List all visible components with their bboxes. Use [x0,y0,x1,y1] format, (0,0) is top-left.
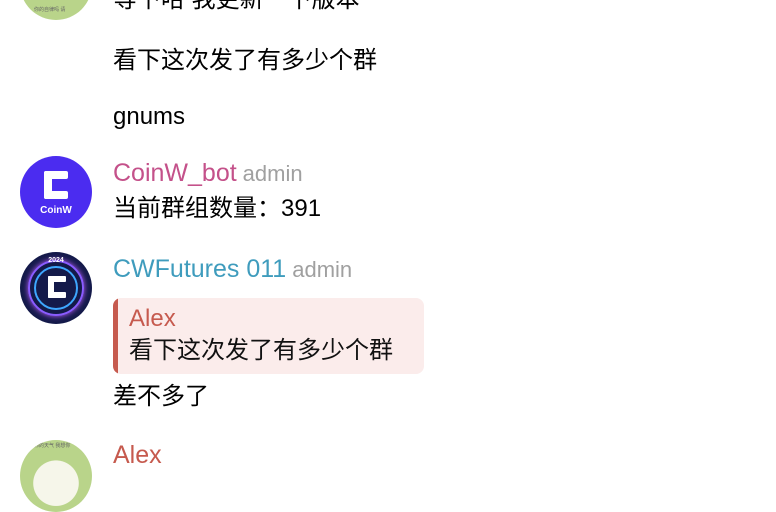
avatar-brand: CoinW [40,205,72,216]
sender-name-alex[interactable]: Alex [113,440,162,470]
message-text: 当前群组数量：391 [113,195,322,222]
message-text: 差不多了 [113,383,209,410]
sender-name-coinw-bot[interactable]: CoinW_bot admin [113,158,303,189]
message-text: gnums [113,103,186,130]
sender-name: Alex [113,441,162,469]
avatar-caption: 你的自律吗 请 [34,7,66,12]
sender-name-cwfutures[interactable]: CWFutures 011 admin [113,254,352,285]
reply-quote[interactable]: Alex 看下这次发了有多少个群 [113,298,424,374]
reply-author: Alex [129,305,176,332]
avatar-year: 2024 [48,257,64,264]
message-text: 等下哈 我更新一下版本 [113,0,360,15]
coinw-logo-icon [44,171,68,199]
avatar[interactable]: 你的天气 我想你 [20,440,92,512]
avatar-caption: 你的天气 我想你 [34,443,71,448]
cwfutures-avatar[interactable]: 2024 [20,252,92,324]
admin-role-label: admin [242,161,303,186]
coinw-bot-avatar[interactable]: CoinW [20,156,92,228]
sender-name: CWFutures 011 [113,255,287,283]
admin-role-label: admin [292,257,353,282]
avatar[interactable]: 你的自律吗 请 [20,0,92,20]
reply-text: 看下这次发了有多少个群 [129,337,393,364]
reply-accent-bar [113,298,118,374]
coinw-logo-icon [48,276,66,298]
chat-message-list: 你的自律吗 请 等下哈 我更新一下版本 看下这次发了有多少个群 gnums Co… [0,0,776,512]
message-text: 看下这次发了有多少个群 [113,47,377,74]
sender-name: CoinW_bot [113,159,237,187]
